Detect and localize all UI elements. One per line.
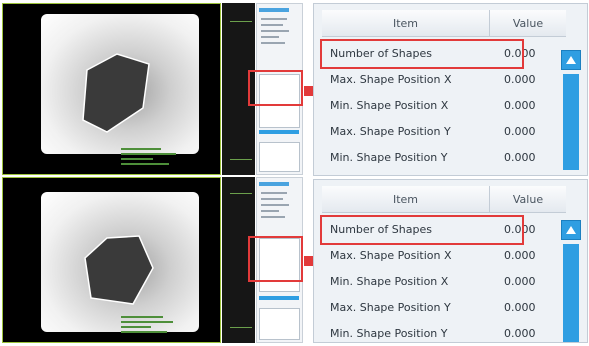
row-item-label: Min. Shape Position X (330, 98, 449, 112)
camera-readout (121, 148, 181, 168)
row-value: 0.000 (504, 98, 536, 112)
table-row[interactable]: Min. Shape Position Y 0.000 (322, 144, 566, 170)
scrollbar-track[interactable] (563, 74, 579, 170)
row-item-label: Max. Shape Position Y (330, 124, 451, 138)
row-item-label: Min. Shape Position Y (330, 326, 448, 340)
scrollbar-track[interactable] (563, 244, 579, 342)
mini-highlight-top (248, 70, 303, 106)
results-table-bottom: Item Value Number of Shapes 0.000 Max. S… (313, 179, 588, 343)
row-item-label: Max. Shape Position Y (330, 300, 451, 314)
row-value: 0.000 (504, 124, 536, 138)
row-item-label: Max. Shape Position X (330, 248, 452, 262)
scroll-up-button[interactable] (561, 220, 581, 240)
row-value: 0.000 (504, 300, 536, 314)
table-header: Item Value (322, 186, 566, 213)
row-item-label: Max. Shape Position X (330, 72, 452, 86)
camera-plate (41, 192, 199, 332)
scroll-up-icon (566, 226, 576, 234)
table-row[interactable]: Max. Shape Position Y 0.000 (322, 294, 566, 320)
row-value: 0.000 (504, 274, 536, 288)
camera-readout (121, 316, 181, 336)
detected-shape-icon (84, 235, 154, 305)
table-row[interactable]: Min. Shape Position X 0.000 (322, 268, 566, 294)
table-row[interactable]: Min. Shape Position Y 0.000 (322, 320, 566, 346)
detected-shape-icon (82, 53, 150, 133)
row-value: 0.000 (504, 72, 536, 86)
row-highlight (320, 39, 524, 69)
scroll-up-button[interactable] (561, 50, 581, 70)
table-row[interactable]: Max. Shape Position X 0.000 (322, 242, 566, 268)
column-header-value[interactable]: Value (490, 186, 566, 212)
row-value: 0.000 (504, 248, 536, 262)
row-value: 0.000 (504, 150, 536, 164)
results-table-top: Item Value Number of Shapes 0.000 Max. S… (313, 3, 588, 176)
camera-view-top (2, 3, 221, 175)
table-row[interactable]: Max. Shape Position Y 0.000 (322, 118, 566, 144)
row-highlight (320, 215, 524, 245)
row-item-label: Min. Shape Position Y (330, 150, 448, 164)
camera-plate (41, 14, 199, 154)
mini-highlight-bottom (248, 236, 303, 282)
column-header-item[interactable]: Item (322, 10, 490, 36)
table-header: Item Value (322, 10, 566, 37)
row-item-label: Min. Shape Position X (330, 274, 449, 288)
column-header-value[interactable]: Value (490, 10, 566, 36)
scroll-up-icon (566, 56, 576, 64)
table-row[interactable]: Max. Shape Position X 0.000 (322, 66, 566, 92)
row-value: 0.000 (504, 326, 536, 340)
column-header-item[interactable]: Item (322, 186, 490, 212)
camera-view-bottom (2, 177, 221, 343)
table-row[interactable]: Min. Shape Position X 0.000 (322, 92, 566, 118)
